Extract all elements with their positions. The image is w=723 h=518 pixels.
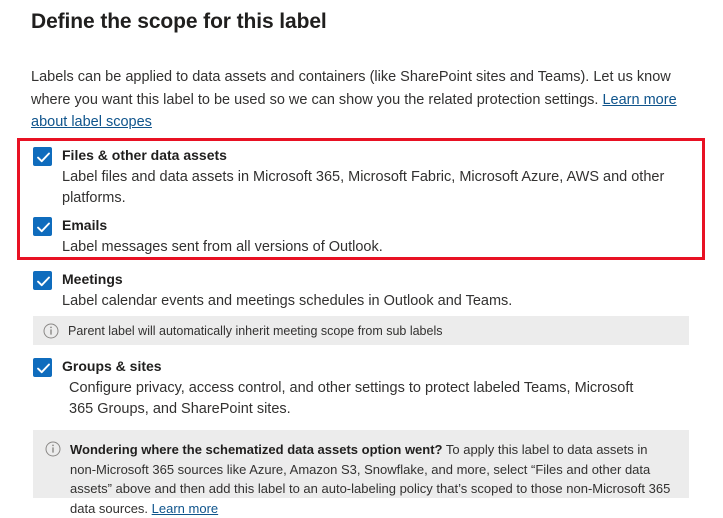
info-box-lead: Wondering where the schematized data ass… (70, 442, 443, 457)
info-box-text: Wondering where the schematized data ass… (70, 440, 677, 518)
checkbox-meetings[interactable] (33, 271, 52, 290)
option-label: Groups & sites (62, 358, 162, 374)
checkmark-icon (37, 152, 50, 163)
scope-option-emails[interactable]: Emails Label messages sent from all vers… (33, 216, 683, 258)
option-label: Emails (62, 217, 108, 233)
info-icon (45, 441, 61, 457)
option-description: Label files and data assets in Microsoft… (62, 169, 665, 206)
info-icon (43, 323, 59, 339)
option-header: Meetings (33, 270, 683, 290)
checkmark-icon (37, 276, 50, 287)
checkmark-icon (37, 222, 50, 233)
checkmark-icon (37, 363, 50, 374)
scope-option-groups-sites[interactable]: Groups & sites Configure privacy, access… (33, 357, 683, 420)
info-box-schematized-data-assets: Wondering where the schematized data ass… (33, 430, 689, 516)
option-header: Emails (33, 216, 683, 236)
scope-option-files-other-data-assets[interactable]: Files & other data assets Label files an… (33, 146, 683, 209)
info-bar-meetings-inherit: Parent label will automatically inherit … (33, 316, 689, 345)
learn-more-link[interactable]: Learn more (152, 501, 218, 516)
page-title: Define the scope for this label (31, 10, 327, 33)
option-description: Configure privacy, access control, and o… (69, 380, 634, 417)
info-bar-text: Parent label will automatically inherit … (68, 324, 443, 338)
checkbox-groups-sites[interactable] (33, 358, 52, 377)
scope-option-meetings[interactable]: Meetings Label calendar events and meeti… (33, 270, 683, 312)
option-header: Files & other data assets (33, 146, 683, 166)
option-description: Label messages sent from all versions of… (62, 239, 383, 255)
option-description: Label calendar events and meetings sched… (62, 293, 513, 309)
option-label: Files & other data assets (62, 147, 227, 163)
checkbox-emails[interactable] (33, 217, 52, 236)
option-label: Meetings (62, 271, 123, 287)
option-header: Groups & sites (33, 357, 683, 377)
define-scope-panel: Define the scope for this label Labels c… (0, 0, 723, 516)
intro-text: Labels can be applied to data assets and… (31, 69, 671, 108)
checkbox-files-other-data-assets[interactable] (33, 147, 52, 166)
intro-paragraph: Labels can be applied to data assets and… (31, 66, 686, 134)
